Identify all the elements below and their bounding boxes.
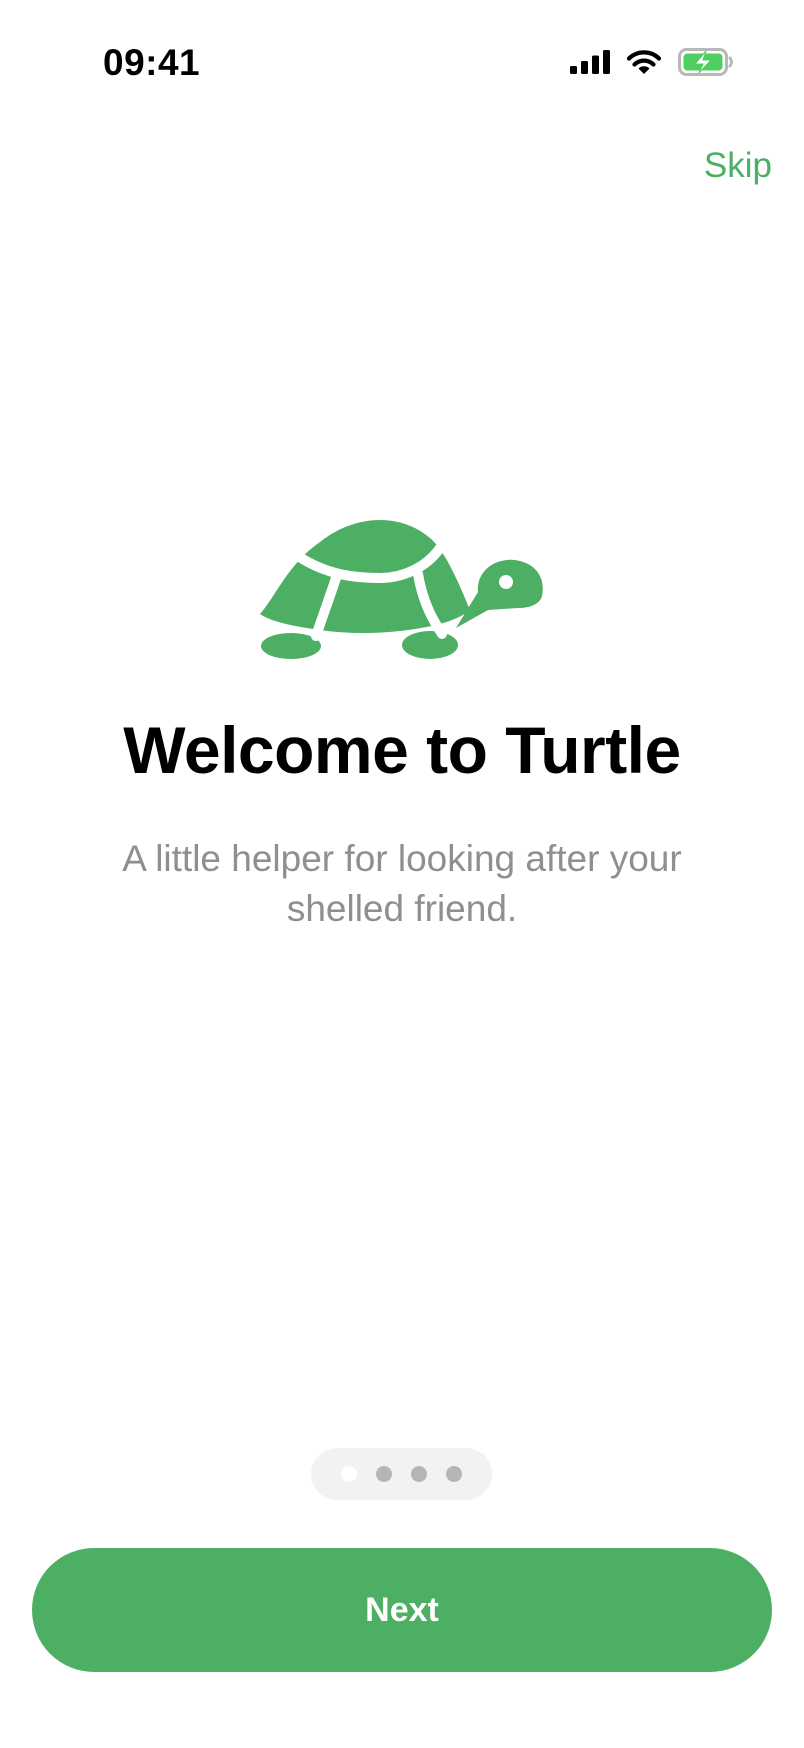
- status-time: 09:41: [103, 42, 201, 83]
- turtle-icon: [258, 518, 546, 664]
- skip-button[interactable]: Skip: [704, 146, 772, 186]
- status-bar: 09:41: [0, 0, 804, 120]
- page-dot-2[interactable]: [376, 1466, 392, 1482]
- cellular-signal-icon: [570, 50, 610, 74]
- welcome-title: Welcome to Turtle: [123, 713, 681, 787]
- page-dot-1[interactable]: [341, 1466, 357, 1482]
- page-dot-3[interactable]: [411, 1466, 427, 1482]
- status-icons: [570, 48, 734, 76]
- page-dot-4[interactable]: [446, 1466, 462, 1482]
- battery-charging-icon: [678, 48, 734, 76]
- wifi-icon: [626, 49, 662, 75]
- page-indicator[interactable]: [311, 1448, 492, 1500]
- next-button[interactable]: Next: [32, 1548, 772, 1672]
- welcome-subtitle: A little helper for looking after your s…: [122, 838, 682, 929]
